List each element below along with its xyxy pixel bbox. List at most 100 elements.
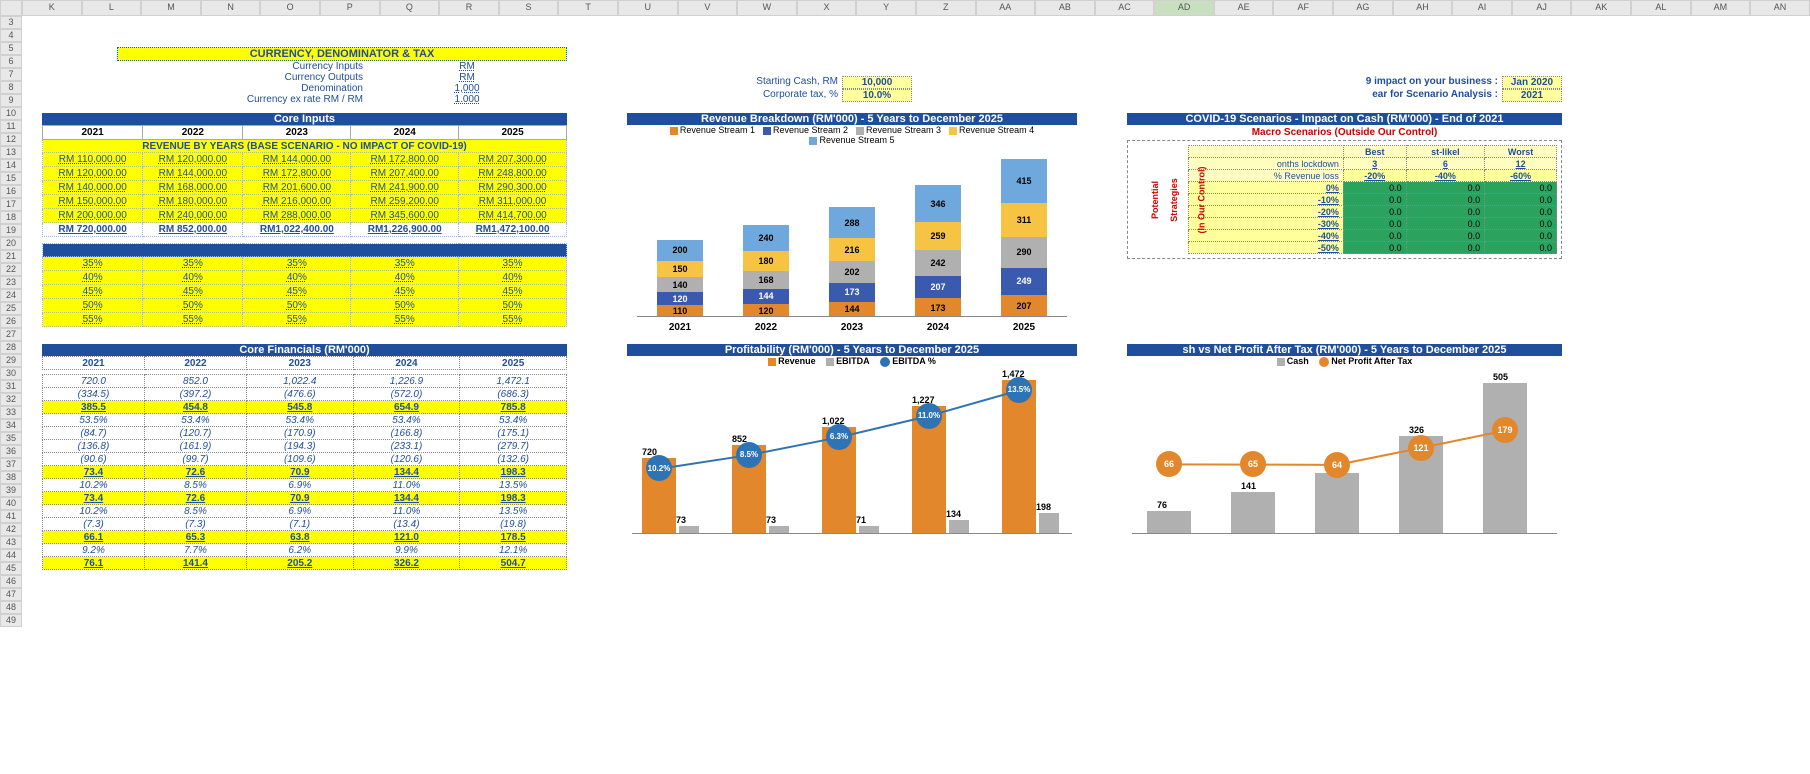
bar-segment: 207	[915, 276, 961, 298]
cog-cell[interactable]: 55%	[143, 313, 243, 327]
cog-cell[interactable]: 50%	[351, 299, 459, 313]
rev-cell[interactable]: RM 144,000.00	[143, 167, 243, 181]
currency-val[interactable]: 1.000	[367, 94, 567, 105]
cog-cell[interactable]: 50%	[459, 299, 567, 313]
rev-cell[interactable]: RM 216,000.00	[243, 195, 351, 209]
scen-months[interactable]: 3	[1343, 158, 1406, 170]
bar-segment: 180	[743, 251, 789, 270]
rev-cell[interactable]: RM 110,000.00	[43, 153, 143, 167]
scen-row-pct[interactable]: -50%	[1189, 242, 1344, 254]
cf-cell: 12.1%	[460, 544, 567, 557]
rev-cell[interactable]: RM 248,800.00	[459, 167, 567, 181]
cog-cell[interactable]: 45%	[459, 285, 567, 299]
rev-cell[interactable]: RM 259,200.00	[351, 195, 459, 209]
rev-cell[interactable]: RM 240,000.00	[143, 209, 243, 223]
rev-cell[interactable]: RM 150,000.00	[43, 195, 143, 209]
cog-cell[interactable]: 35%	[243, 257, 351, 271]
scen-months[interactable]: 6	[1406, 158, 1484, 170]
cf-cell: 545.8	[246, 401, 353, 414]
cf-cell: (233.1)	[353, 440, 460, 453]
cf-cell: 53.5%	[43, 414, 145, 427]
scen-row-pct[interactable]: -10%	[1189, 194, 1344, 206]
cf-cell: (279.7)	[460, 440, 567, 453]
rev-cell[interactable]: RM 207,300.00	[459, 153, 567, 167]
rev-cell[interactable]: RM 290,300.00	[459, 181, 567, 195]
scen-revloss[interactable]: -60%	[1485, 170, 1557, 182]
bar-segment: 288	[829, 207, 875, 238]
bar-segment: 242	[915, 250, 961, 276]
rev-cell[interactable]: RM 345,600.00	[351, 209, 459, 223]
rev-cell[interactable]: RM 168,000.00	[143, 181, 243, 195]
scen-value-cell: 0.0	[1485, 218, 1557, 230]
category-label: 2025	[1001, 322, 1047, 333]
rev-cell[interactable]: RM 241,900.00	[351, 181, 459, 195]
rev-cell[interactable]: RM 207,400.00	[351, 167, 459, 181]
core-fin-table[interactable]: 20212022202320242025720.0852.01,022.41,2…	[42, 356, 567, 570]
cog-cell[interactable]: 50%	[43, 299, 143, 313]
row-headers[interactable]: 3456789101112131415161718192021222324252…	[0, 16, 22, 627]
rev-cell[interactable]: RM 200,000.00	[43, 209, 143, 223]
core-inputs-block: Core Inputs 20212022202320242025REVENUE …	[42, 113, 567, 327]
rev-cell[interactable]: RM 201,600.00	[243, 181, 351, 195]
cog-cell[interactable]: 35%	[459, 257, 567, 271]
cog-cell[interactable]: 40%	[243, 271, 351, 285]
cog-cell[interactable]: 35%	[43, 257, 143, 271]
cog-cell[interactable]: 55%	[43, 313, 143, 327]
scen-table[interactable]: Bestst-likelWorstonths lockdown3612% Rev…	[1188, 145, 1557, 254]
rev-cell[interactable]: RM 144,000.00	[243, 153, 351, 167]
year-header: 2021	[43, 126, 143, 140]
currency-val[interactable]: 1,000	[367, 83, 567, 94]
scen-row-pct[interactable]: -30%	[1189, 218, 1344, 230]
cog-cell[interactable]: 50%	[243, 299, 351, 313]
cog-cell[interactable]: 45%	[351, 285, 459, 299]
scen-row-pct[interactable]: -40%	[1189, 230, 1344, 242]
rev-cell[interactable]: RM 288,000.00	[243, 209, 351, 223]
scen-row-pct[interactable]: 0%	[1189, 182, 1344, 194]
rev-cell[interactable]: RM 180,000.00	[143, 195, 243, 209]
scenario-year-input[interactable]: 2021	[1502, 89, 1562, 102]
starting-cash-input[interactable]: 10,000	[842, 76, 912, 89]
cog-cell[interactable]: 40%	[143, 271, 243, 285]
impact-line2: ear for Scenario Analysis :	[1272, 89, 1502, 102]
rev-cell[interactable]: RM 120,000.00	[43, 167, 143, 181]
cog-cell[interactable]: 55%	[243, 313, 351, 327]
cog-cell[interactable]: 50%	[143, 299, 243, 313]
scen-revloss[interactable]: -20%	[1343, 170, 1406, 182]
corp-tax-input[interactable]: 10.0%	[842, 89, 912, 102]
cf-year-header: 2021	[43, 357, 145, 370]
cog-cell[interactable]: 45%	[143, 285, 243, 299]
cog-cell[interactable]: 45%	[43, 285, 143, 299]
rev-cell[interactable]: RM 120,000.00	[143, 153, 243, 167]
bar-segment: 202	[829, 261, 875, 283]
rev-cell[interactable]: RM 172,800.00	[243, 167, 351, 181]
cog-cell[interactable]: 40%	[43, 271, 143, 285]
cog-cell[interactable]: 35%	[143, 257, 243, 271]
legend-item: EBITDA	[826, 356, 870, 366]
column-headers[interactable]: KLMNOPQRSTUVWXYZAAABACADAEAFAGAHAIAJAKAL…	[0, 0, 1810, 16]
cog-cell[interactable]: 40%	[459, 271, 567, 285]
rev-cell[interactable]: RM 172,800.00	[351, 153, 459, 167]
cog-cell[interactable]: 45%	[243, 285, 351, 299]
rev-cell[interactable]: RM 311,000.00	[459, 195, 567, 209]
cf-cell: (120.6)	[353, 453, 460, 466]
scen-row-pct[interactable]: -20%	[1189, 206, 1344, 218]
scen-value-cell: 0.0	[1343, 182, 1406, 194]
scen-months[interactable]: 12	[1485, 158, 1557, 170]
currency-key: Currency ex rate RM / RM	[117, 94, 367, 105]
cog-cell[interactable]: 55%	[351, 313, 459, 327]
core-inputs-title: Core Inputs	[42, 113, 567, 125]
rev-cell[interactable]: RM 414,700.00	[459, 209, 567, 223]
rev-cell[interactable]: RM 140,000.00	[43, 181, 143, 195]
impact-month-input[interactable]: Jan 2020	[1502, 76, 1562, 89]
cf-cell: 7.7%	[144, 544, 246, 557]
cog-cell[interactable]: 40%	[351, 271, 459, 285]
currency-val[interactable]: RM	[367, 72, 567, 83]
cf-cell: 9.2%	[43, 544, 145, 557]
core-inputs-table[interactable]: 20212022202320242025REVENUE BY YEARS (BA…	[42, 125, 567, 327]
scen-value-cell: 0.0	[1406, 182, 1484, 194]
currency-val[interactable]: RM	[367, 61, 567, 72]
cf-cell: (194.3)	[246, 440, 353, 453]
cog-cell[interactable]: 35%	[351, 257, 459, 271]
cog-cell[interactable]: 55%	[459, 313, 567, 327]
scen-revloss[interactable]: -40%	[1406, 170, 1484, 182]
